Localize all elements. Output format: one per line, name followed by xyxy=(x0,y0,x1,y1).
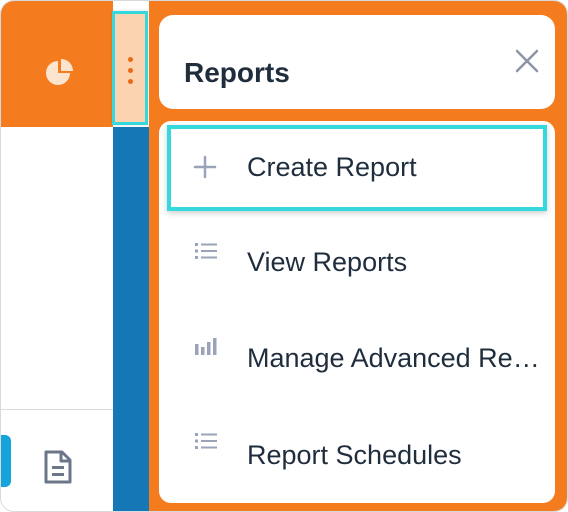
reports-panel: Reports Create Report View Reports Manag… xyxy=(149,1,567,511)
plus-icon xyxy=(193,155,217,179)
menu-item-label: Report Schedules xyxy=(247,440,462,470)
app-window: Reports Create Report View Reports Manag… xyxy=(0,0,568,512)
reports-menu: Create Report View Reports Manage Advanc… xyxy=(159,121,555,503)
close-icon[interactable] xyxy=(511,45,543,77)
panel-title: Reports xyxy=(184,57,290,88)
menu-item-label: Manage Advanced Reports xyxy=(247,343,543,373)
top-nav-bar xyxy=(1,1,113,127)
menu-item-view-reports[interactable]: View Reports xyxy=(159,217,555,313)
menu-item-label: Create Report xyxy=(247,152,417,182)
list-icon xyxy=(195,429,219,453)
reports-pie-chart-icon[interactable] xyxy=(39,53,79,93)
kebab-dot-icon xyxy=(128,68,133,73)
kebab-dot-icon xyxy=(128,79,133,84)
menu-item-manage-advanced-reports[interactable]: Manage Advanced Reports xyxy=(159,313,555,409)
document-icon[interactable] xyxy=(41,449,75,485)
bar-chart-icon xyxy=(195,335,219,359)
panel-header: Reports xyxy=(159,15,555,109)
divider xyxy=(1,409,115,410)
sidebar-column xyxy=(113,127,149,511)
menu-item-create-report[interactable]: Create Report xyxy=(167,125,547,211)
menu-item-report-schedules[interactable]: Report Schedules xyxy=(159,407,555,503)
menu-item-label: View Reports xyxy=(247,247,408,277)
list-icon xyxy=(195,239,219,263)
active-tab-indicator xyxy=(1,435,11,487)
more-options-button[interactable] xyxy=(112,11,148,125)
kebab-dot-icon xyxy=(128,57,133,62)
